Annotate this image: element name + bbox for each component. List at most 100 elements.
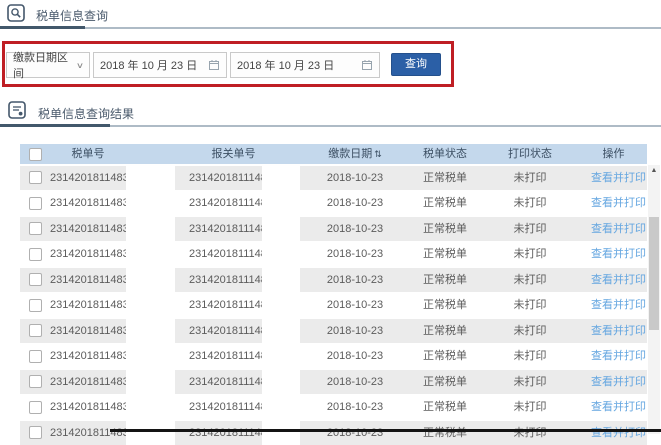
checkbox-cell	[20, 370, 50, 394]
row-segment: 2314201811483	[20, 267, 126, 292]
status-cell: 正常税单	[423, 171, 467, 184]
status-cell: 正常税单	[423, 222, 467, 235]
calendar-icon	[208, 59, 220, 71]
column-gutter	[262, 421, 300, 445]
column-gutter	[126, 293, 175, 317]
action-cell: 查看并打印	[580, 293, 647, 317]
vertical-scrollbar[interactable]: ▲	[648, 165, 660, 434]
column-gutter	[126, 217, 175, 241]
pay-date-cell: 2018-10-23	[326, 299, 384, 311]
checkbox-cell	[20, 191, 50, 215]
view-print-link[interactable]: 查看并打印	[591, 172, 646, 184]
pay-date-header-label: 缴款日期	[328, 148, 373, 160]
row-segment: 2314201811483	[20, 293, 126, 317]
select-all-checkbox[interactable]	[28, 147, 42, 161]
checkbox-cell	[20, 319, 50, 343]
status-cell: 正常税单	[423, 273, 467, 286]
view-print-link[interactable]: 查看并打印	[591, 223, 646, 235]
declaration-no-cell: 2314201811148	[189, 426, 262, 439]
date-from-input[interactable]: 2018 年 10 月 23 日	[93, 52, 227, 78]
row-segment: 2314201811148	[175, 165, 262, 190]
page-title: 税单信息查询	[36, 9, 109, 23]
checkbox-cell	[20, 217, 50, 241]
column-gutter	[262, 370, 300, 394]
pay-date-cell: 2018-10-23	[326, 426, 384, 439]
declaration-no-cell: 2314201811148	[189, 222, 262, 235]
column-gutter	[126, 242, 175, 266]
pay-date-cell: 2018-10-23	[326, 222, 384, 235]
row-segment: 2314201811483	[20, 318, 126, 343]
view-print-link[interactable]: 查看并打印	[591, 401, 646, 413]
pay-date-cell: 2018-10-23	[326, 375, 384, 388]
declaration-no-cell: 2314201811148	[189, 299, 262, 311]
row-checkbox[interactable]	[28, 324, 42, 337]
table-row: 2314201811483 2314201811148 2018-10-23 正…	[20, 191, 647, 215]
row-checkbox[interactable]	[28, 375, 42, 388]
row-checkbox[interactable]	[28, 196, 42, 210]
calendar-icon	[361, 59, 373, 71]
select-all-cell	[20, 144, 50, 164]
view-print-link[interactable]: 查看并打印	[591, 274, 646, 286]
declaration-no-cell: 2314201811148	[189, 375, 262, 388]
view-print-link[interactable]: 查看并打印	[591, 376, 646, 388]
date-range-type-select[interactable]: 缴款日期区间 ∨	[6, 52, 90, 80]
sort-icon[interactable]: ⇅	[374, 149, 382, 159]
action-cell: 查看并打印	[580, 191, 647, 215]
view-print-link[interactable]: 查看并打印	[591, 197, 646, 209]
action-cell: 查看并打印	[580, 421, 647, 445]
row-segment: 2314201811148	[175, 318, 262, 343]
date-to-input[interactable]: 2018 年 10 月 23 日	[230, 52, 380, 78]
action-cell: 查看并打印	[580, 242, 647, 266]
action-cell: 查看并打印	[580, 344, 647, 368]
status-cell: 正常税单	[423, 197, 467, 209]
pay-date-cell: 2018-10-23	[326, 171, 384, 184]
table-row: 2314201811483 2314201811148 2018-10-23 正…	[20, 242, 647, 266]
column-gutter	[126, 395, 175, 419]
declaration-no-cell: 2314201811148	[189, 197, 262, 209]
view-print-link[interactable]: 查看并打印	[591, 350, 646, 362]
pay-date-cell: 2018-10-23	[326, 401, 384, 413]
row-checkbox[interactable]	[28, 171, 42, 184]
action-cell: 查看并打印	[580, 319, 647, 343]
view-print-link[interactable]: 查看并打印	[591, 248, 646, 260]
column-header-pay-date[interactable]: 缴款日期 ⇅	[300, 144, 410, 164]
table-row: 2314201811483 2314201811148 2018-10-23 正…	[20, 293, 647, 317]
tax-no-cell: 2314201811483	[50, 248, 126, 260]
search-bar: 缴款日期区间 ∨ 2018 年 10 月 23 日 2018 年 10 月 23…	[6, 52, 441, 80]
checkbox-cell	[20, 421, 50, 445]
checkbox-cell	[20, 268, 50, 292]
scroll-up-icon[interactable]: ▲	[648, 165, 660, 177]
query-button[interactable]: 查询	[391, 53, 441, 76]
view-print-link[interactable]: 查看并打印	[591, 299, 646, 311]
row-checkbox[interactable]	[28, 222, 42, 235]
chevron-down-icon: ∨	[75, 60, 85, 70]
view-print-link[interactable]: 查看并打印	[591, 325, 646, 337]
declaration-no-cell: 2314201811148	[189, 401, 262, 413]
row-segment: 2314201811148	[175, 242, 262, 266]
column-gutter	[126, 344, 175, 368]
row-segment: 2314201811483	[20, 395, 126, 419]
row-segment: 2314201811148	[175, 369, 262, 394]
row-checkbox[interactable]	[28, 298, 42, 312]
date-range-type-label: 缴款日期区间	[13, 52, 68, 80]
row-segment: 2314201811148	[175, 267, 262, 292]
tax-no-cell: 2314201811483	[50, 273, 126, 286]
row-segment: 2314201811148	[175, 395, 262, 419]
row-segment: 2018-10-23 正常税单 未打印 查看并打印	[300, 318, 647, 343]
tax-no-cell: 2314201811483	[50, 375, 126, 388]
column-gutter	[126, 191, 175, 215]
row-checkbox[interactable]	[28, 349, 42, 363]
date-to-value: 2018 年 10 月 23 日	[237, 60, 335, 72]
date-from-value: 2018 年 10 月 23 日	[100, 60, 198, 72]
row-checkbox[interactable]	[28, 247, 42, 261]
title-divider	[0, 27, 661, 29]
scrollbar-thumb[interactable]	[649, 217, 659, 330]
row-checkbox[interactable]	[28, 426, 42, 439]
document-search-icon	[7, 4, 25, 22]
row-checkbox[interactable]	[28, 273, 42, 286]
print-status-cell: 未打印	[513, 375, 547, 388]
status-cell: 正常税单	[423, 375, 467, 388]
column-gutter	[262, 319, 300, 343]
result-section-title: 税单信息查询结果	[38, 107, 135, 121]
row-checkbox[interactable]	[28, 400, 42, 414]
